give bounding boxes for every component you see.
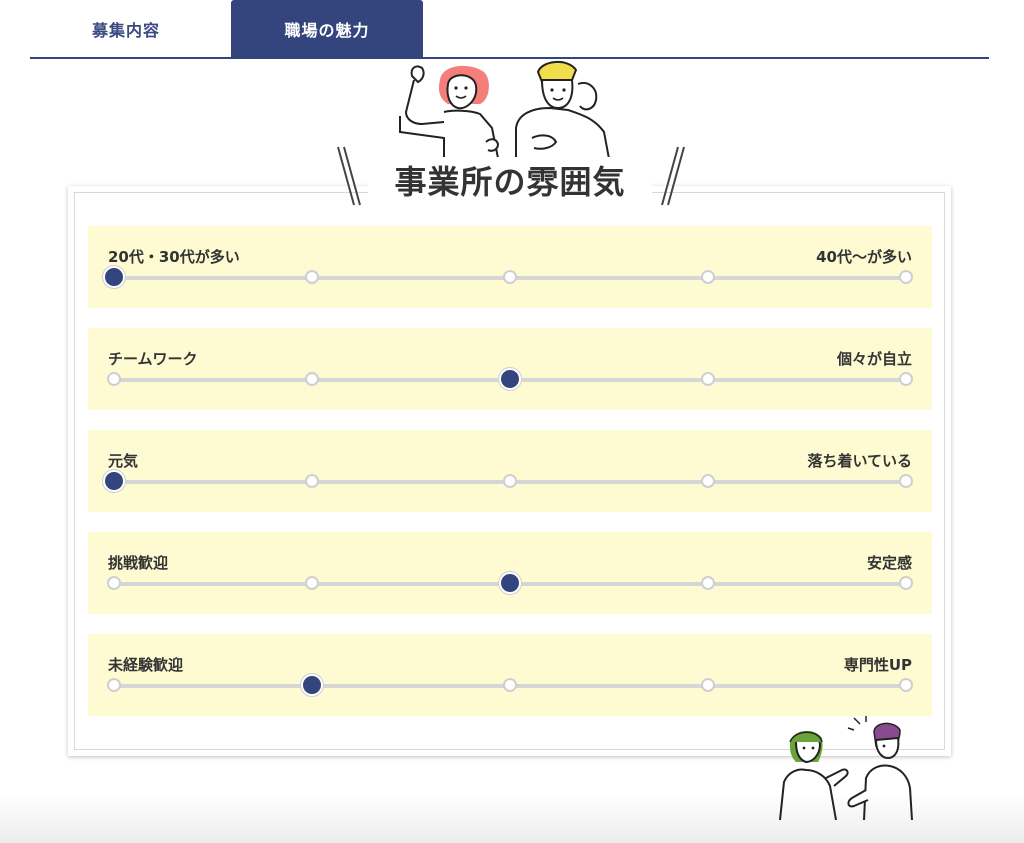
scale-step-dot (305, 474, 319, 488)
scale-left-label: チームワーク (108, 350, 198, 368)
scale-step-dot (899, 372, 913, 386)
scale-step-dot (701, 372, 715, 386)
scale-right-label: 40代〜が多い (816, 248, 912, 266)
scale-left-label: 未経験歓迎 (108, 656, 184, 674)
scale-selected-marker (499, 572, 521, 594)
scale-left-label: 挑戦歓迎 (108, 554, 169, 572)
scale-step-dot (503, 270, 517, 284)
scale-step-dot (107, 372, 121, 386)
atmosphere-scale-row: 挑戦歓迎 安定感 (88, 532, 932, 614)
scale-left-label: 元気 (108, 452, 139, 470)
scale-right-label: 落ち着いている (807, 452, 912, 470)
atmosphere-scale-row: チームワーク 個々が自立 (88, 328, 932, 410)
scale-left-label: 20代・30代が多い (108, 248, 240, 266)
scale-step-dot (305, 372, 319, 386)
scale-selected-marker (499, 368, 521, 390)
tab-bar: 募集内容 職場の魅力 (30, 0, 989, 59)
scale-step-dot (305, 270, 319, 284)
scale-step-dot (503, 474, 517, 488)
atmosphere-scale-row: 元気 落ち着いている (88, 430, 932, 512)
right-slash-decoration (661, 146, 685, 206)
scale-step-dot (701, 678, 715, 692)
scale-step-dot (305, 576, 319, 590)
scale-step-dot (503, 678, 517, 692)
scale-step-dot (107, 576, 121, 590)
scale-right-label: 専門性UP (843, 656, 912, 674)
talking-people-illustration (779, 716, 913, 821)
scale-step-dot (899, 474, 913, 488)
atmosphere-scale-row: 20代・30代が多い 40代〜が多い (88, 226, 932, 308)
scale-selected-marker (103, 266, 125, 288)
scale-step-dot (701, 270, 715, 284)
scale-step-dot (107, 678, 121, 692)
scale-step-dot (701, 576, 715, 590)
scale-step-dot (899, 678, 913, 692)
scale-step-dot (899, 576, 913, 590)
section-title: 事業所の雰囲気 (368, 157, 652, 203)
scale-selected-marker (301, 674, 323, 696)
section-heading: 事業所の雰囲気 (330, 145, 690, 207)
scale-selected-marker (103, 470, 125, 492)
scale-right-label: 個々が自立 (836, 350, 912, 368)
left-slash-decoration (337, 146, 361, 206)
scale-right-label: 安定感 (866, 554, 912, 572)
atmosphere-scale-row: 未経験歓迎 専門性UP (88, 634, 932, 716)
scale-step-dot (701, 474, 715, 488)
tab-recruitment-details[interactable]: 募集内容 (30, 0, 222, 57)
tab-workplace-appeal[interactable]: 職場の魅力 (231, 0, 423, 57)
scale-step-dot (899, 270, 913, 284)
